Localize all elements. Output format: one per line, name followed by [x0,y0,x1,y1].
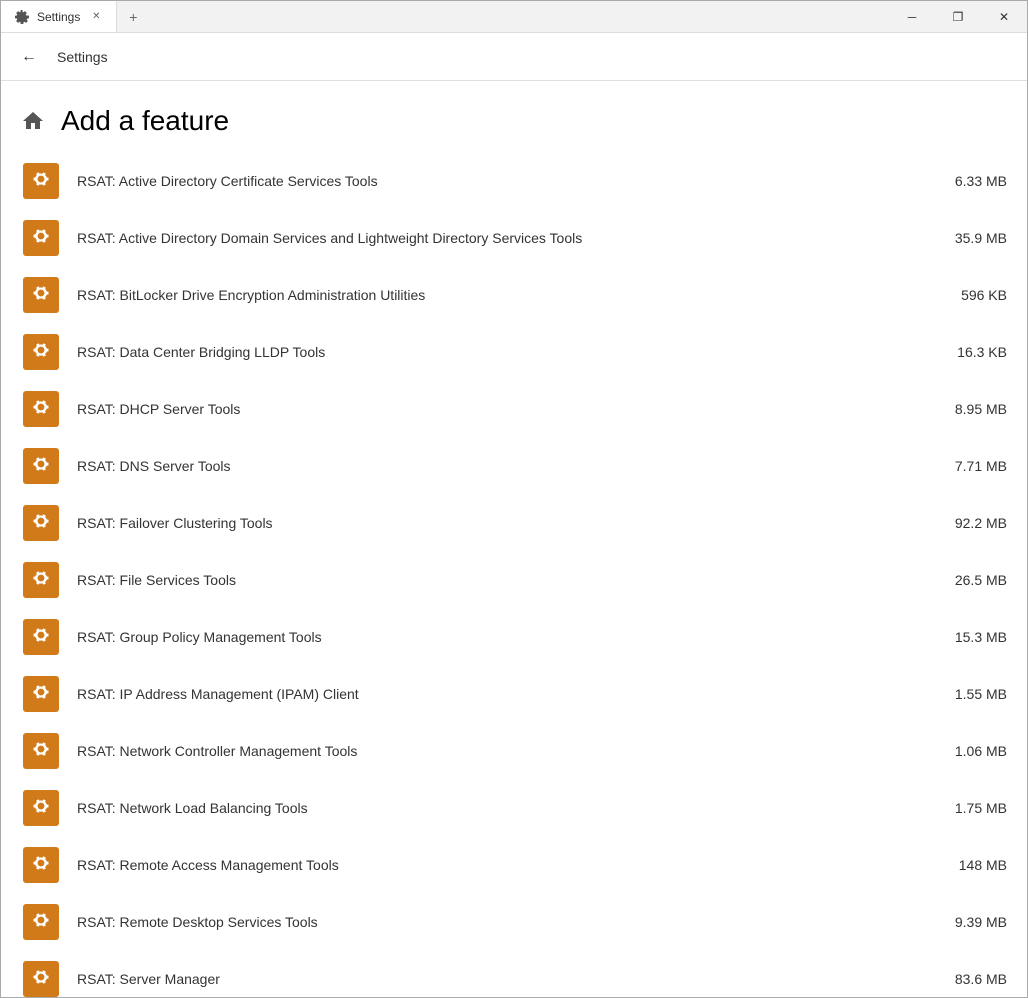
feature-item[interactable]: RSAT: Remote Desktop Services Tools 9.39 … [21,894,1007,951]
feature-name: RSAT: DHCP Server Tools [77,400,921,418]
feature-item[interactable]: RSAT: Active Directory Certificate Servi… [21,153,1007,210]
feature-size: 1.75 MB [937,800,1007,816]
feature-icon [21,446,61,486]
page-title: Add a feature [61,105,229,137]
feature-name: RSAT: Failover Clustering Tools [77,514,921,532]
feature-name: RSAT: Network Load Balancing Tools [77,799,921,817]
title-bar-left: Settings ✕ + [1,1,149,32]
new-tab-button[interactable]: + [117,1,149,33]
feature-name: RSAT: IP Address Management (IPAM) Clien… [77,685,921,703]
tab-label: Settings [37,10,80,24]
feature-item[interactable]: RSAT: Remote Access Management Tools 148 … [21,837,1007,894]
feature-name: RSAT: DNS Server Tools [77,457,921,475]
feature-name: RSAT: Network Controller Management Tool… [77,742,921,760]
minimize-button[interactable]: ─ [889,1,935,33]
settings-window: Settings ✕ + ─ ❐ ✕ ← Settings Add a feat… [0,0,1028,998]
feature-name: RSAT: Remote Access Management Tools [77,856,921,874]
feature-icon [21,161,61,201]
feature-item[interactable]: RSAT: BitLocker Drive Encryption Adminis… [21,267,1007,324]
feature-icon [21,674,61,714]
breadcrumb: Settings [57,49,108,65]
feature-size: 6.33 MB [937,173,1007,189]
maximize-button[interactable]: ❐ [935,1,981,33]
feature-icon [21,617,61,657]
feature-icon [21,902,61,942]
home-icon [21,109,45,133]
feature-size: 92.2 MB [937,515,1007,531]
tab-close-button[interactable]: ✕ [88,9,104,25]
feature-size: 1.06 MB [937,743,1007,759]
settings-tab-icon [13,9,29,25]
feature-size: 15.3 MB [937,629,1007,645]
feature-item[interactable]: RSAT: Network Load Balancing Tools 1.75 M… [21,780,1007,837]
title-bar: Settings ✕ + ─ ❐ ✕ [1,1,1027,33]
feature-item[interactable]: RSAT: File Services Tools 26.5 MB [21,552,1007,609]
feature-name: RSAT: Active Directory Domain Services a… [77,229,921,247]
feature-item[interactable]: RSAT: Data Center Bridging LLDP Tools 16.… [21,324,1007,381]
feature-icon [21,275,61,315]
feature-size: 596 KB [937,287,1007,303]
settings-tab[interactable]: Settings ✕ [1,1,117,32]
page-header: Add a feature [21,81,1007,153]
feature-item[interactable]: RSAT: Group Policy Management Tools 15.3 … [21,609,1007,666]
feature-item[interactable]: RSAT: IP Address Management (IPAM) Clien… [21,666,1007,723]
content-area: Add a feature RSAT: Active Directory Cer… [1,81,1027,997]
feature-size: 16.3 KB [937,344,1007,360]
feature-size: 35.9 MB [937,230,1007,246]
nav-bar: ← Settings [1,33,1027,81]
feature-icon [21,389,61,429]
feature-size: 8.95 MB [937,401,1007,417]
feature-icon [21,332,61,372]
feature-name: RSAT: Group Policy Management Tools [77,628,921,646]
feature-item[interactable]: RSAT: Network Controller Management Tool… [21,723,1007,780]
feature-item[interactable]: RSAT: Active Directory Domain Services a… [21,210,1007,267]
feature-size: 26.5 MB [937,572,1007,588]
feature-icon [21,218,61,258]
close-button[interactable]: ✕ [981,1,1027,33]
feature-size: 1.55 MB [937,686,1007,702]
feature-item[interactable]: RSAT: Server Manager 83.6 MB [21,951,1007,997]
feature-size: 9.39 MB [937,914,1007,930]
feature-name: RSAT: File Services Tools [77,571,921,589]
feature-name: RSAT: Active Directory Certificate Servi… [77,172,921,190]
feature-item[interactable]: RSAT: DHCP Server Tools 8.95 MB [21,381,1007,438]
feature-icon [21,845,61,885]
feature-icon [21,560,61,600]
feature-size: 83.6 MB [937,971,1007,987]
back-button[interactable]: ← [13,41,45,73]
feature-icon [21,503,61,543]
feature-list: RSAT: Active Directory Certificate Servi… [21,153,1007,997]
feature-name: RSAT: Data Center Bridging LLDP Tools [77,343,921,361]
feature-name: RSAT: Remote Desktop Services Tools [77,913,921,931]
feature-item[interactable]: RSAT: Failover Clustering Tools 92.2 MB [21,495,1007,552]
feature-icon [21,788,61,828]
feature-size: 148 MB [937,857,1007,873]
feature-item[interactable]: RSAT: DNS Server Tools 7.71 MB [21,438,1007,495]
feature-icon [21,731,61,771]
feature-name: RSAT: BitLocker Drive Encryption Adminis… [77,286,921,304]
feature-size: 7.71 MB [937,458,1007,474]
feature-name: RSAT: Server Manager [77,970,921,988]
title-bar-controls: ─ ❐ ✕ [889,1,1027,32]
feature-icon [21,959,61,997]
